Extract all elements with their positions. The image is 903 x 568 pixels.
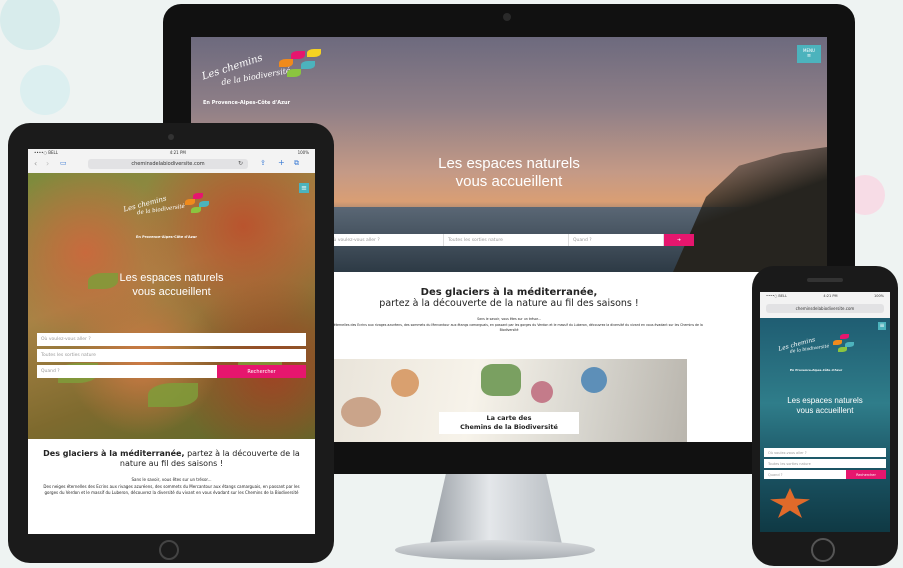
search-bar: Où voulez-vous aller ? Toutes les sortie… (326, 234, 694, 246)
tablet-url-field[interactable]: cheminsdelabiodiversite.com (88, 159, 248, 169)
map-card-line2: Chemins de la Biodiversité (460, 423, 558, 431)
tablet-device: ••••○ BELL 4:21 PM 100% ‹ › ▭ cheminsdel… (8, 123, 334, 563)
background-circle (20, 65, 70, 115)
phone-logo[interactable]: Les chemins de la biodiversité (778, 332, 868, 366)
where-placeholder: Où voulez-vous aller ? (330, 237, 380, 243)
tablet-url-text: cheminsdelabiodiversite.com (131, 161, 205, 167)
section-body: Des neiges éternelles des Ecrins aux riv… (315, 323, 703, 332)
map-card-line1: La carte des (486, 414, 532, 422)
tablet-home-button[interactable] (159, 540, 179, 560)
nature-select[interactable]: Toutes les sorties nature (444, 234, 569, 246)
where-placeholder: Où voulez-vous aller ? (41, 337, 91, 342)
tablet-intro-section: Des glaciers à la méditerranée, partez à… (42, 449, 301, 496)
phone-search-button[interactable]: Rechercher (846, 470, 886, 479)
when-input[interactable]: Quand ? (569, 234, 664, 246)
phone-url-field[interactable]: cheminsdelabiodiversite.com (766, 304, 884, 313)
phone-hero: ≡ Les chemins de la biodiversité En Prov… (760, 318, 890, 532)
arrow-right-icon: ➔ (677, 237, 681, 243)
hamburger-icon: ≡ (879, 322, 885, 329)
monitor-camera (503, 13, 511, 21)
phone-hero-title: Les espaces naturels vous accueillent (764, 396, 886, 416)
carrier-label: ••••○ BELL (766, 294, 787, 298)
when-placeholder: Quand ? (41, 369, 60, 374)
hero-title: Les espaces naturels vous accueillent (341, 155, 677, 191)
section-title-bold: Des glaciers à la méditerranée, (43, 449, 185, 458)
starfish-image (770, 488, 810, 518)
tablet-camera (168, 134, 174, 140)
region-label: En Provence-Alpes-Côte d'Azur (203, 100, 291, 106)
phone-home-button[interactable] (811, 538, 835, 562)
tablet-when-input[interactable]: Quand ? (37, 365, 217, 378)
intro-section: Des glaciers à la méditerranée, partez à… (311, 287, 707, 333)
hero-title-line2: vous accueillent (132, 286, 211, 298)
share-icon[interactable]: ⇪ (260, 159, 266, 167)
hero-title-line1: Les espaces naturels (787, 396, 863, 405)
tablet-where-input[interactable]: Où voulez-vous aller ? (37, 333, 306, 346)
tablet-url-bar: ‹ › ▭ cheminsdelabiodiversite.com ↻ ⇪ + … (28, 156, 315, 174)
map-card-image[interactable]: La carte des Chemins de la Biodiversité (331, 359, 687, 442)
search-button[interactable]: ➔ (664, 234, 694, 246)
where-placeholder: Où voulez-vous aller ? (768, 450, 807, 455)
site-logo[interactable]: Les chemins de la biodiversité (201, 45, 331, 100)
hamburger-icon: ≡ (301, 184, 307, 192)
tablet-screen: ••••○ BELL 4:21 PM 100% ‹ › ▭ cheminsdel… (28, 149, 315, 534)
bookmarks-icon[interactable]: ▭ (60, 159, 67, 167)
tablet-section-title: Des glaciers à la méditerranée, partez à… (42, 449, 301, 469)
tablet-hero: ≡ Les chemins de la biodiversité En Prov… (28, 173, 315, 439)
phone-when-input[interactable]: Quand ? (764, 470, 846, 479)
tablet-menu-button[interactable]: ≡ (299, 183, 309, 193)
monitor-stand (395, 540, 595, 560)
carrier-label: ••••○ BELL (34, 150, 58, 155)
hero-title-line1: Les espaces naturels (119, 272, 224, 284)
nature-placeholder: Toutes les sorties nature (41, 353, 96, 358)
search-button-label: Rechercher (247, 368, 276, 375)
tabs-icon[interactable]: ⧉ (294, 159, 299, 168)
phone-url-bar: cheminsdelabiodiversite.com (760, 300, 890, 319)
phone-screen: ••••○ BELL 4:21 PM 100% cheminsdelabiodi… (760, 292, 890, 532)
time-label: 4:21 PM (823, 294, 838, 298)
phone-speaker (807, 278, 843, 282)
phone-where-input[interactable]: Où voulez-vous aller ? (764, 448, 886, 457)
battery-label: 100% (873, 294, 884, 298)
phone-nature-select[interactable]: Toutes les sorties nature (764, 459, 886, 468)
region-label: En Provence-Alpes-Côte d'Azur (136, 235, 197, 239)
back-icon[interactable]: ‹ (34, 159, 37, 168)
tablet-logo[interactable]: Les chemins de la biodiversité (123, 191, 223, 231)
phone-menu-button[interactable]: ≡ (878, 322, 886, 330)
battery-label: 100% (297, 150, 309, 155)
hamburger-icon: ≡ (806, 53, 812, 59)
section-intro: Sans le savoir, vous êtes sur un trésor.… (131, 477, 212, 482)
hero-title-line1: Les espaces naturels (438, 155, 580, 172)
where-input[interactable]: Où voulez-vous aller ? (326, 234, 444, 246)
when-placeholder: Quand ? (768, 472, 783, 477)
section-title-rest: partez à la découverte de la nature au f… (379, 298, 639, 309)
time-label: 4:21 PM (169, 150, 186, 155)
section-title-bold: Des glaciers à la méditerranée, (420, 287, 598, 298)
phone-status-bar: ••••○ BELL 4:21 PM 100% (760, 292, 890, 300)
background-circle (0, 0, 60, 50)
forward-icon[interactable]: › (46, 159, 49, 168)
section-body: Des neiges éternelles des Ecrins aux riv… (43, 484, 300, 495)
search-button-label: Rechercher (856, 472, 876, 477)
monitor-neck (430, 474, 562, 544)
phone-device: ••••○ BELL 4:21 PM 100% cheminsdelabiodi… (752, 266, 898, 566)
section-intro: Sans le savoir, vous êtes sur un trésor.… (477, 317, 541, 321)
nature-placeholder: Toutes les sorties nature (448, 237, 503, 243)
region-label: En Provence-Alpes-Côte d'Azur (790, 368, 843, 372)
phone-url-text: cheminsdelabiodiversite.com (795, 306, 855, 311)
tablet-search-button[interactable]: Rechercher (217, 365, 306, 378)
new-tab-icon[interactable]: + (278, 158, 285, 167)
hero-title-line2: vous accueillent (796, 406, 854, 415)
nature-placeholder: Toutes les sorties nature (768, 461, 811, 466)
reload-icon[interactable]: ↻ (238, 160, 243, 167)
tablet-status-bar: ••••○ BELL 4:21 PM 100% (28, 149, 315, 156)
when-placeholder: Quand ? (573, 237, 592, 243)
tablet-nature-select[interactable]: Toutes les sorties nature (37, 349, 306, 362)
map-card-label: La carte des Chemins de la Biodiversité (439, 412, 579, 434)
menu-button[interactable]: MENU ≡ (797, 45, 821, 63)
tablet-hero-title: Les espaces naturels vous accueillent (68, 271, 275, 299)
hero-title-line2: vous accueillent (455, 173, 563, 190)
